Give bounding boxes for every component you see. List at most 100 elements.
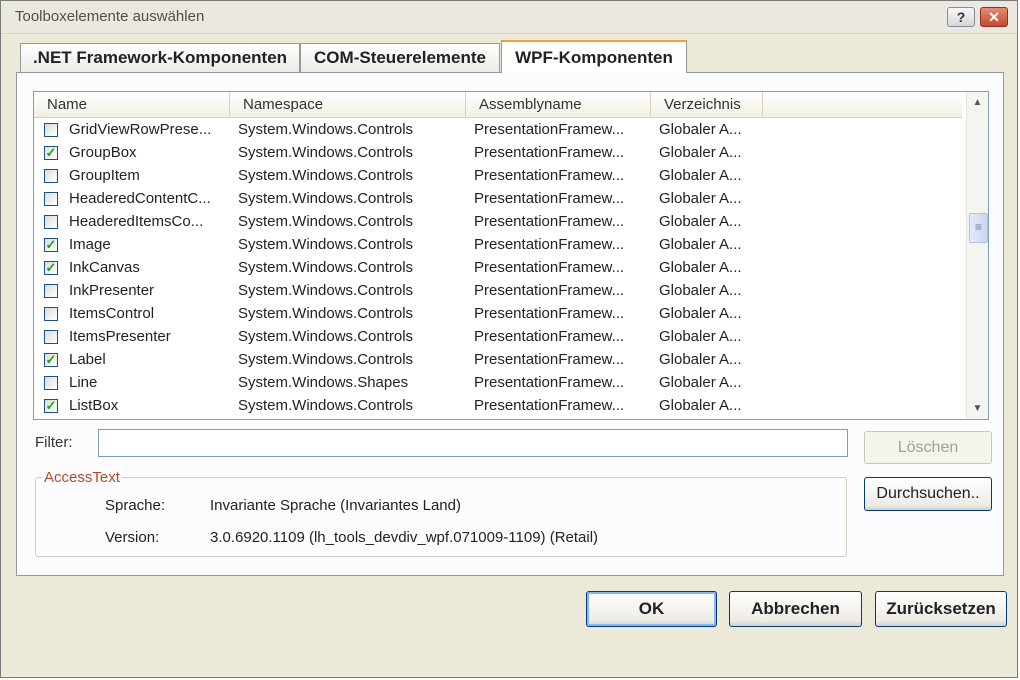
details-legend: AccessText — [42, 469, 122, 486]
list-item[interactable]: ItemsPresenter System.Windows.Controls Pre… — [34, 326, 962, 349]
cell-assembly: PresentationFramew... — [474, 167, 625, 184]
cell-namespace: System.Windows.Controls — [238, 144, 414, 161]
reset-button[interactable]: Zurücksetzen — [875, 591, 1007, 627]
window-title: Toolboxelemente auswählen — [15, 8, 205, 25]
cell-directory: Globaler A... — [659, 167, 742, 184]
row-checkbox[interactable]: ✓ — [44, 399, 58, 413]
filter-input[interactable] — [98, 429, 848, 457]
cell-directory: Globaler A... — [659, 213, 742, 230]
row-checkbox[interactable] — [44, 284, 58, 298]
language-value: Invariante Sprache (Invariantes Land) — [210, 497, 461, 514]
tab-wpf-components[interactable]: WPF-Komponenten — [501, 40, 687, 73]
column-header-directory[interactable]: Verzeichnis — [651, 92, 763, 117]
row-checkbox[interactable]: ✓ — [44, 238, 58, 252]
scroll-thumb[interactable]: ≡ — [969, 213, 988, 243]
cell-directory: Globaler A... — [659, 374, 742, 391]
cell-name: Line — [69, 374, 98, 391]
tab-com-controls[interactable]: COM-Steuerelemente — [300, 43, 500, 72]
cell-name: ItemsPresenter — [69, 328, 171, 345]
version-value: 3.0.6920.1109 (lh_tools_devdiv_wpf.07100… — [210, 529, 599, 546]
cell-assembly: PresentationFramew... — [474, 397, 625, 414]
cell-assembly: PresentationFramew... — [474, 190, 625, 207]
cell-assembly: PresentationFramew... — [474, 351, 625, 368]
scroll-up-icon[interactable]: ▲ — [968, 93, 987, 112]
cell-namespace: System.Windows.Controls — [238, 328, 414, 345]
list-item[interactable]: HeaderedContentC... System.Windows.Contro… — [34, 188, 962, 211]
cell-name: InkPresenter — [69, 282, 155, 299]
row-checkbox[interactable] — [44, 330, 58, 344]
list-item[interactable]: InkPresenter System.Windows.Controls Prese… — [34, 280, 962, 303]
cell-directory: Globaler A... — [659, 144, 742, 161]
list-item[interactable]: Line System.Windows.Shapes PresentationFra… — [34, 372, 962, 395]
browse-button[interactable]: Durchsuchen.. — [864, 477, 992, 511]
cell-namespace: System.Windows.Controls — [238, 282, 414, 299]
column-header-namespace[interactable]: Namespace — [230, 92, 466, 117]
language-label: Sprache: — [105, 497, 166, 514]
cell-namespace: System.Windows.Controls — [238, 213, 414, 230]
cell-directory: Globaler A... — [659, 328, 742, 345]
cell-assembly: PresentationFramew... — [474, 213, 625, 230]
cell-assembly: PresentationFramew... — [474, 144, 625, 161]
row-checkbox[interactable] — [44, 192, 58, 206]
row-checkbox[interactable] — [44, 215, 58, 229]
cell-directory: Globaler A... — [659, 351, 742, 368]
row-checkbox[interactable] — [44, 123, 58, 137]
tab-net-framework[interactable]: .NET Framework-Komponenten — [20, 43, 300, 72]
row-checkbox[interactable] — [44, 169, 58, 183]
cell-namespace: System.Windows.Controls — [238, 259, 414, 276]
cell-namespace: System.Windows.Shapes — [238, 374, 409, 391]
cell-directory: Globaler A... — [659, 121, 742, 138]
row-checkbox[interactable] — [44, 376, 58, 390]
cell-name: HeaderedContentC... — [69, 190, 211, 207]
cell-namespace: System.Windows.Controls — [238, 190, 414, 207]
list-item[interactable]: ✓ Label System.Windows.Controls Presentatio… — [34, 349, 962, 372]
cell-name: ItemsControl — [69, 305, 155, 322]
list-item[interactable]: ✓ InkCanvas System.Windows.Controls Present… — [34, 257, 962, 280]
cell-directory: Globaler A... — [659, 190, 742, 207]
cell-assembly: PresentationFramew... — [474, 305, 625, 322]
cell-name: ListBox — [69, 397, 119, 414]
cell-name: Image — [69, 236, 111, 253]
cell-namespace: System.Windows.Controls — [238, 351, 414, 368]
list-item[interactable]: HeaderedItemsCo... System.Windows.Control… — [34, 211, 962, 234]
row-checkbox[interactable] — [44, 307, 58, 321]
version-label: Version: — [105, 529, 160, 546]
list-item[interactable]: ✓ GroupBox System.Windows.Controls Presenta… — [34, 142, 962, 165]
components-list[interactable]: Name Namespace Assemblyname Verzeichnis … — [33, 91, 989, 420]
list-item[interactable]: GroupItem System.Windows.Controls Presenta… — [34, 165, 962, 188]
cell-assembly: PresentationFramew... — [474, 236, 625, 253]
cancel-button[interactable]: Abbrechen — [729, 591, 862, 627]
list-item[interactable]: ✓ ListBox System.Windows.Controls Presentat… — [34, 395, 962, 418]
cell-directory: Globaler A... — [659, 397, 742, 414]
cell-namespace: System.Windows.Controls — [238, 397, 414, 414]
clear-button[interactable]: Löschen — [864, 431, 992, 464]
scroll-down-icon[interactable]: ▼ — [968, 399, 987, 418]
cell-name: GroupItem — [69, 167, 140, 184]
row-checkbox[interactable]: ✓ — [44, 353, 58, 367]
cell-directory: Globaler A... — [659, 305, 742, 322]
help-button[interactable]: ? — [947, 7, 975, 27]
list-rows: GridViewRowPrese... System.Windows.Contro… — [34, 119, 962, 418]
column-header-assembly[interactable]: Assemblyname — [466, 92, 651, 117]
cell-namespace: System.Windows.Controls — [238, 121, 414, 138]
close-button[interactable]: ✕ — [980, 7, 1008, 27]
cell-name: GroupBox — [69, 144, 137, 161]
cell-namespace: System.Windows.Controls — [238, 236, 414, 253]
list-item[interactable]: GridViewRowPrese... System.Windows.Contro… — [34, 119, 962, 142]
column-header-name[interactable]: Name — [34, 92, 230, 117]
cell-directory: Globaler A... — [659, 236, 742, 253]
ok-button[interactable]: OK — [586, 591, 717, 627]
list-item[interactable]: ✓ Image System.Windows.Controls Presentatio… — [34, 234, 962, 257]
row-checkbox[interactable]: ✓ — [44, 146, 58, 160]
title-bar[interactable]: Toolboxelemente auswählen ? ✕ — [1, 1, 1017, 34]
list-item[interactable]: ItemsControl System.Windows.Controls Prese… — [34, 303, 962, 326]
cell-directory: Globaler A... — [659, 259, 742, 276]
vertical-scrollbar[interactable]: ▲ ≡ ▼ — [966, 92, 988, 419]
cell-assembly: PresentationFramew... — [474, 282, 625, 299]
cell-name: HeaderedItemsCo... — [69, 213, 204, 230]
row-checkbox[interactable]: ✓ — [44, 261, 58, 275]
cell-name: GridViewRowPrese... — [69, 121, 212, 138]
cell-directory: Globaler A... — [659, 282, 742, 299]
cell-name: InkCanvas — [69, 259, 140, 276]
list-header: Name Namespace Assemblyname Verzeichnis — [34, 92, 962, 118]
